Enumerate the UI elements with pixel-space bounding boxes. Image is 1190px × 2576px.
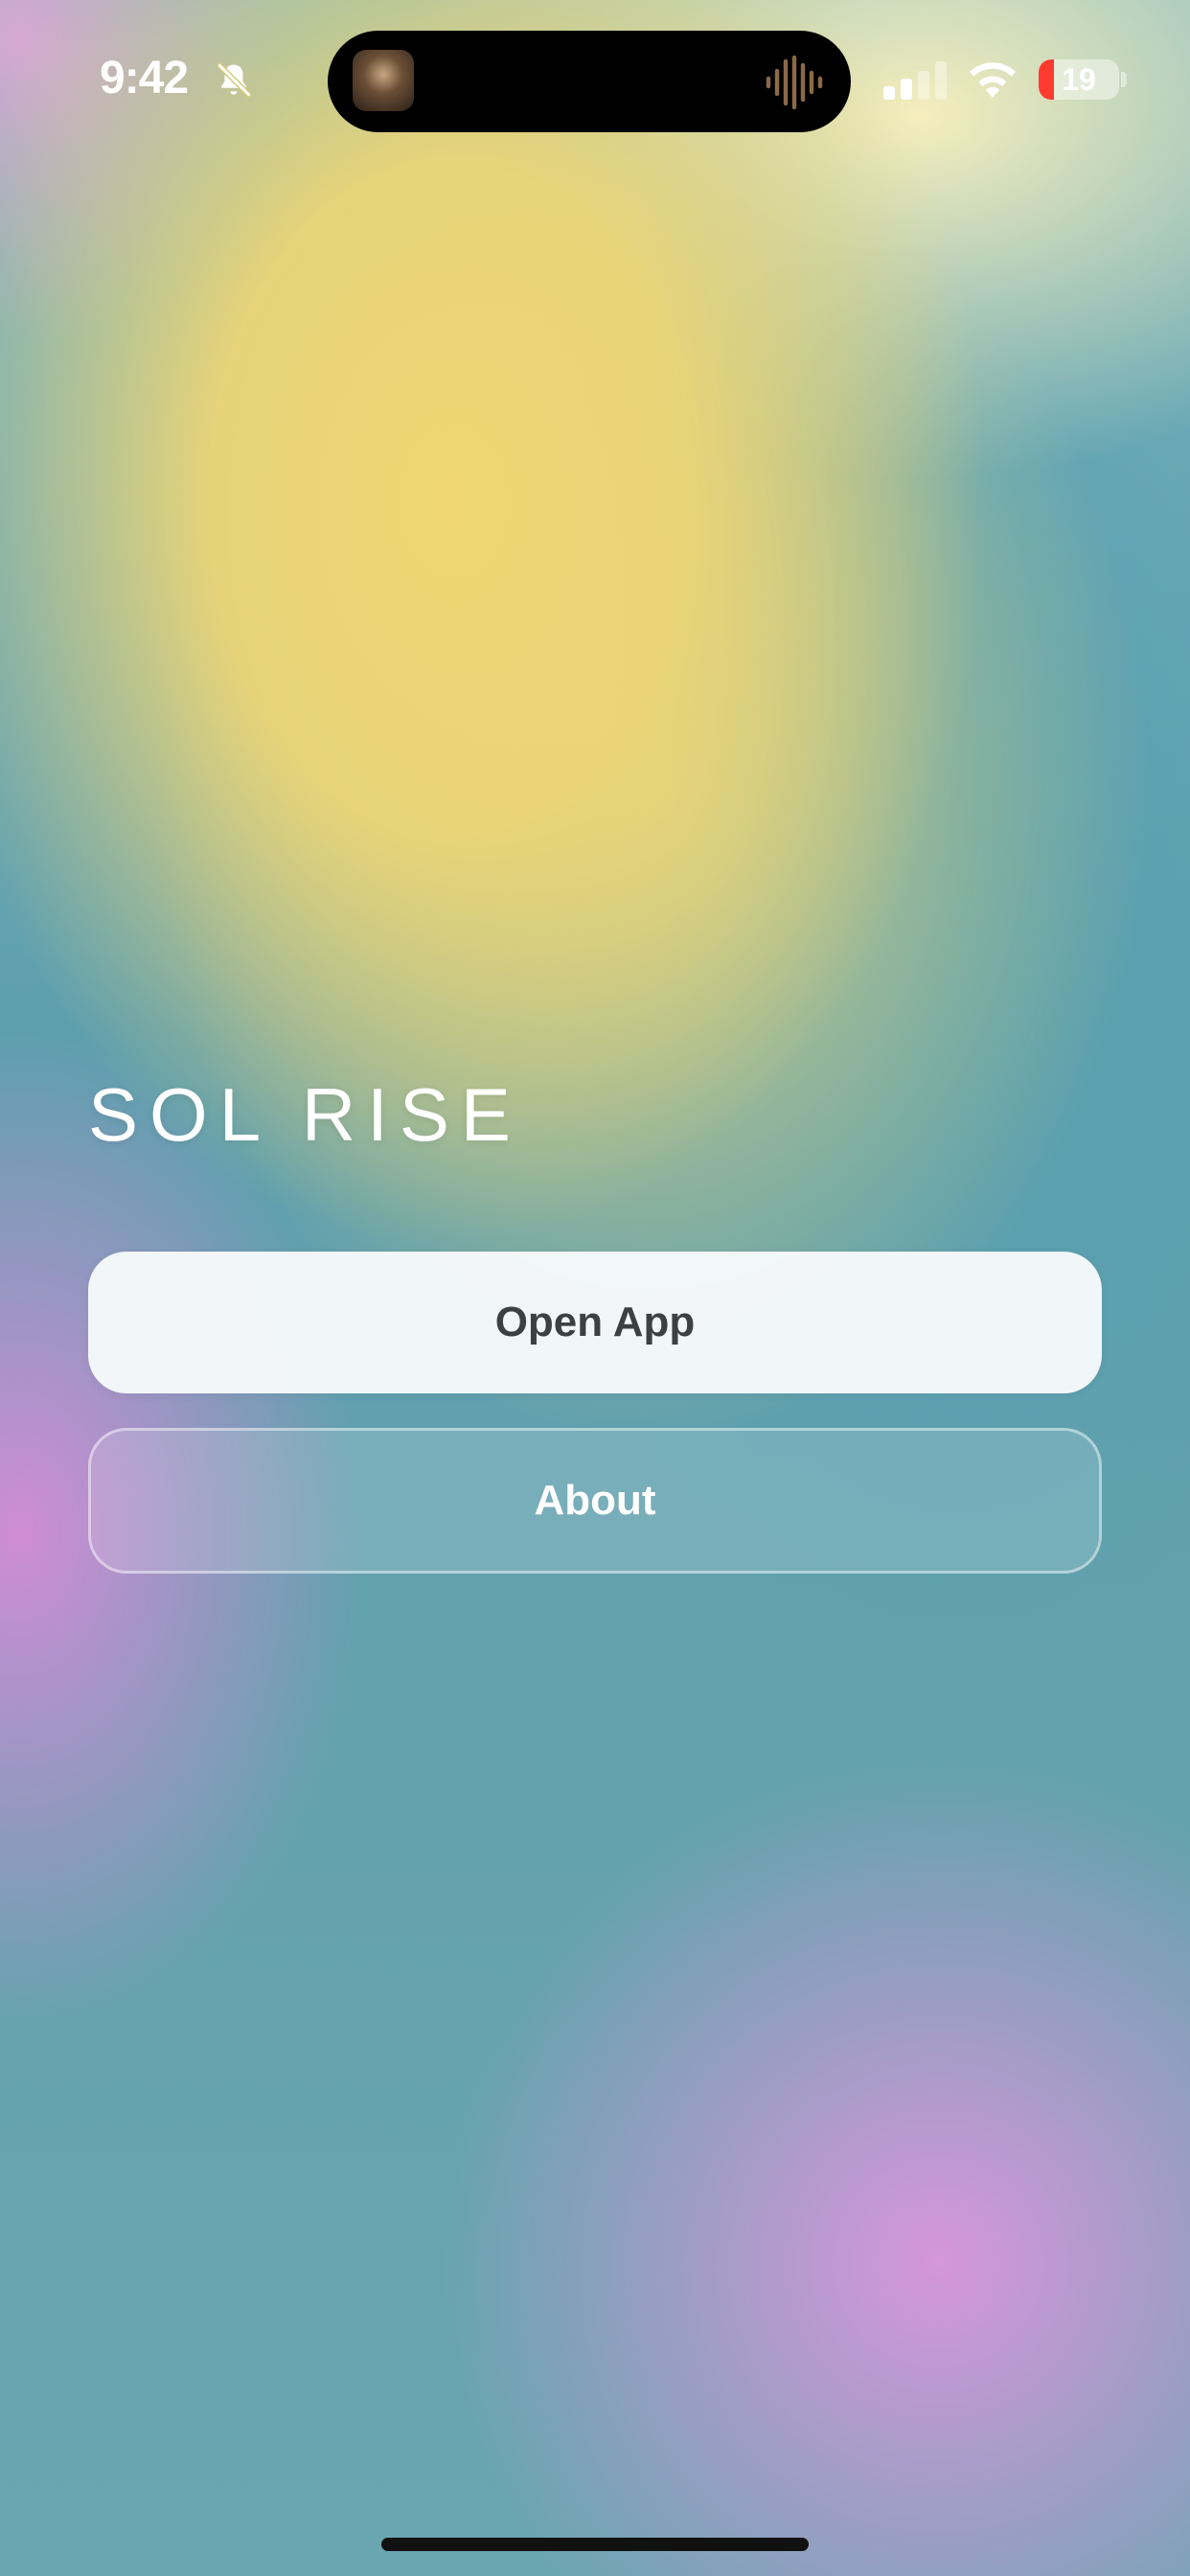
audio-waveform-icon	[766, 55, 823, 110]
wifi-icon	[970, 62, 1016, 98]
battery-level: 19	[1062, 61, 1096, 97]
app-title: SOL RISE	[88, 1072, 522, 1157]
open-app-button[interactable]: Open App	[88, 1252, 1102, 1393]
about-button-label: About	[534, 1477, 656, 1524]
battery-cap	[1121, 72, 1127, 87]
album-art-thumbnail[interactable]	[353, 50, 414, 111]
battery-icon: 19	[1039, 59, 1119, 100]
home-indicator[interactable]	[381, 2538, 809, 2551]
about-button[interactable]: About	[88, 1428, 1102, 1574]
bell-slash-icon	[217, 62, 252, 98]
dynamic-island[interactable]	[328, 31, 851, 132]
open-app-button-label: Open App	[494, 1299, 696, 1346]
cellular-signal-icon	[883, 61, 947, 100]
status-time: 9:42	[100, 53, 189, 104]
status-bar: 9:42 19	[0, 0, 1190, 163]
screen: 9:42 19 SOL RISE Open App About	[0, 0, 1190, 2576]
